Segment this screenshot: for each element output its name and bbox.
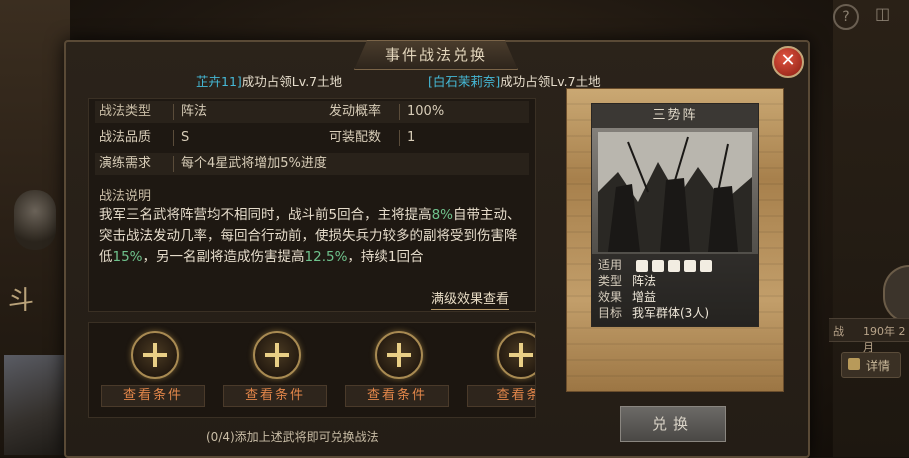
add-general-plus-icon[interactable] — [253, 331, 301, 379]
type-value: 阵法 — [181, 104, 208, 119]
desc-highlight: 8% — [431, 207, 454, 223]
view-condition-button-2[interactable]: 查看条件 — [223, 385, 327, 407]
notice-1: 芷卉11]成功占领Lv.7土地 — [196, 71, 342, 90]
add-general-plus-icon[interactable] — [131, 331, 179, 379]
view-condition-button-1[interactable]: 查看条件 — [101, 385, 205, 407]
background-right — [833, 0, 909, 457]
help-icon[interactable]: ? — [833, 4, 859, 30]
cavalry-icon — [635, 259, 648, 272]
card-art-soldiers — [598, 132, 752, 252]
card-applicable-row: 适用 — [598, 258, 716, 273]
equip-value: 1 — [407, 130, 416, 145]
background-date-a: 战 — [833, 325, 844, 338]
corner-menu-icon[interactable]: ◫ — [875, 4, 901, 26]
add-general-plus-icon[interactable] — [375, 331, 423, 379]
prob-label: 发动概率 — [329, 104, 382, 119]
tactic-description: 我军三名武将阵营均不相同时，战斗前5回合，主将提高8%自带主动、突击战法发动几率… — [99, 205, 529, 268]
train-value: 每个4星武将增加5%进度 — [181, 156, 327, 171]
detail-icon — [848, 358, 860, 370]
card-type-value: 阵法 — [632, 274, 657, 288]
quality-value: S — [181, 130, 190, 145]
background-detail-button[interactable]: 详情 — [841, 352, 901, 378]
divider — [173, 130, 174, 146]
background-date-bar: 战 190年 2月 — [829, 318, 909, 354]
siege-icon — [699, 259, 712, 272]
applicable-icons — [635, 258, 716, 273]
view-condition-button-4[interactable]: 查看条 — [467, 385, 535, 407]
background-avatar — [14, 190, 56, 250]
card-applicable-label: 适用 — [598, 258, 623, 272]
divider — [399, 104, 400, 120]
shield-icon — [651, 259, 664, 272]
row-bg-1 — [95, 101, 529, 123]
full-effect-link[interactable]: 满级效果查看 — [431, 291, 510, 310]
desc-highlight: 12.5% — [304, 249, 348, 265]
tactic-exchange-panel: 事件战法兑换 芷卉11]成功占领Lv.7土地 [白石茉莉奈]成功占领Lv.7土地… — [64, 40, 810, 458]
desc-part: ，持续1回合 — [347, 249, 424, 265]
spear-icon — [683, 259, 696, 272]
quality-label: 战法品质 — [99, 130, 152, 145]
card-title: 三势阵 — [592, 104, 758, 128]
desc-highlight: 15% — [112, 249, 143, 265]
prob-value: 100% — [407, 104, 445, 119]
panel-title: 事件战法兑换 — [354, 40, 518, 70]
card-effect-row: 效果 增益 — [598, 290, 656, 305]
card-type-row: 类型 阵法 — [598, 274, 656, 289]
bow-icon — [667, 259, 680, 272]
general-slot-4[interactable]: 查看条 — [459, 323, 535, 417]
type-label: 战法类型 — [99, 104, 152, 119]
divider — [399, 130, 400, 146]
desc-part: ，另一名副将造成伤害提高 — [142, 249, 305, 265]
exchange-hint: (0/4)添加上述武将即可兑换战法 — [206, 430, 379, 444]
detail-label: 详情 — [866, 359, 891, 373]
general-slot-2[interactable]: 查看条件 — [215, 323, 333, 417]
view-condition-button-3[interactable]: 查看条件 — [345, 385, 449, 407]
tactic-card-scroll: 三势阵 适用 类型 阵法 效果 增益 目标 我军群体(3人) — [566, 88, 784, 392]
type-row: 战法类型 — [99, 101, 151, 123]
card-effect-label: 效果 — [598, 290, 623, 304]
divider — [173, 156, 174, 172]
tactic-info-box: 战法类型 阵法 发动概率 100% 战法品质 S 可装配数 1 演练需求 每个4… — [88, 98, 536, 312]
card-effect-value: 增益 — [632, 290, 657, 304]
exchange-button[interactable]: 兑换 — [620, 406, 726, 442]
background-date-b: 190年 2月 — [863, 325, 906, 354]
divider — [173, 104, 174, 120]
desc-title: 战法说明 — [99, 189, 152, 204]
background-portrait — [4, 355, 64, 455]
general-slots: 查看条件 查看条件 查看条件 查看条 — [88, 322, 536, 418]
equip-label: 可装配数 — [329, 130, 382, 145]
notice-1-name: 芷卉11] — [196, 74, 242, 89]
background-glyph: 斗 — [8, 286, 35, 316]
card-info: 适用 类型 阵法 效果 增益 目标 我军群体(3人) — [592, 254, 758, 326]
close-icon[interactable]: ✕ — [772, 46, 804, 78]
train-label: 演练需求 — [99, 156, 152, 171]
background-left: 斗 — [0, 0, 70, 457]
notice-2-text: 成功占领Lv.7土地 — [500, 74, 601, 89]
card-type-label: 类型 — [598, 274, 623, 288]
add-general-plus-icon[interactable] — [497, 331, 535, 379]
general-slot-1[interactable]: 查看条件 — [93, 323, 211, 417]
card-target-row: 目标 我军群体(3人) — [598, 306, 709, 321]
notice-2-name: [白石茉莉奈] — [428, 74, 501, 89]
card-target-label: 目标 — [598, 306, 623, 320]
notice-1-text: 成功占领Lv.7土地 — [241, 74, 343, 89]
desc-part: 我军三名武将阵营均不相同时，战斗前5回合，主将提高 — [99, 207, 432, 223]
tactic-card: 三势阵 适用 类型 阵法 效果 增益 目标 我军群体(3人) — [591, 103, 759, 327]
card-target-value: 我军群体(3人) — [632, 306, 709, 320]
general-slot-3[interactable]: 查看条件 — [337, 323, 455, 417]
